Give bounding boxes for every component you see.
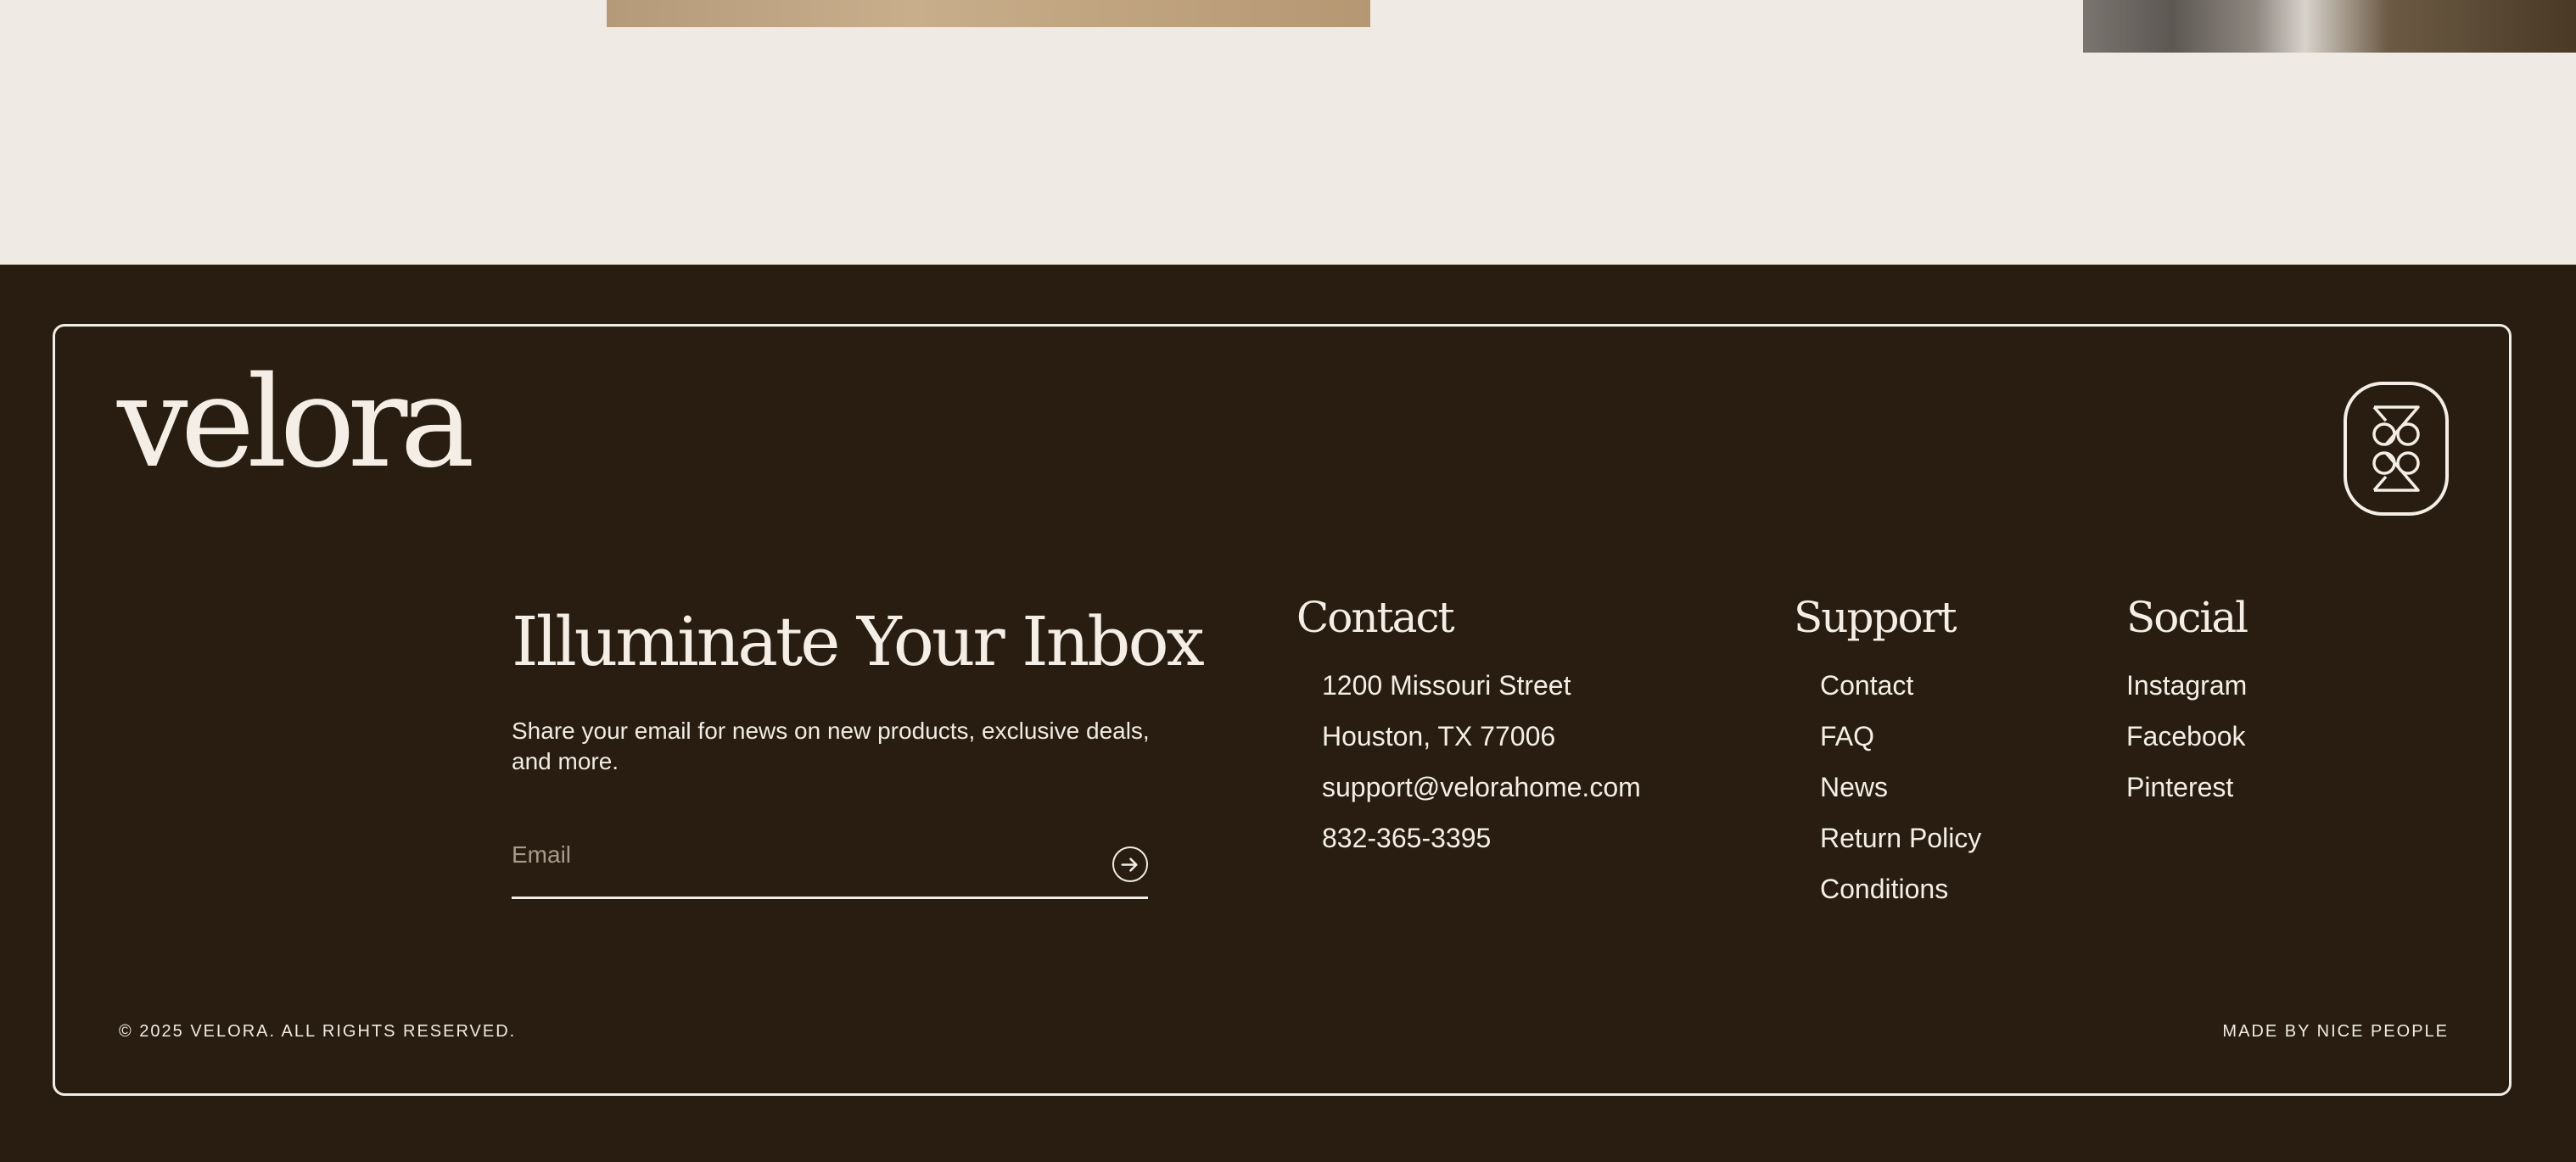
social-link-instagram[interactable]: Instagram	[2126, 672, 2247, 723]
support-link-conditions[interactable]: Conditions	[1820, 875, 1981, 926]
contact-email[interactable]: support@velorahome.com	[1322, 774, 1641, 824]
social-list: Instagram Facebook Pinterest	[2126, 672, 2247, 824]
contact-city: Houston, TX 77006	[1322, 721, 1556, 751]
email-form	[512, 831, 1148, 899]
newsletter-title: Illuminate Your Inbox	[512, 602, 1205, 681]
contact-street: 1200 Missouri Street	[1322, 670, 1571, 701]
newsletter-description: Share your email for news on new product…	[512, 718, 1150, 774]
support-link-return-policy[interactable]: Return Policy	[1820, 824, 1981, 875]
product-image[interactable]	[607, 0, 1370, 27]
content-section	[0, 0, 2576, 265]
arrow-right-circle-icon	[1121, 857, 1138, 872]
support-link-faq[interactable]: FAQ	[1820, 723, 1981, 774]
credit-link[interactable]: MADE BY NICE PEOPLE	[2222, 1022, 2449, 1042]
contact-list: 1200 Missouri Street Houston, TX 77006 s…	[1322, 672, 1641, 875]
support-link-contact[interactable]: Contact	[1820, 672, 1981, 723]
support-link-news[interactable]: News	[1820, 774, 1981, 824]
social-link-pinterest[interactable]: Pinterest	[2126, 774, 2247, 824]
subscribe-button[interactable]	[1112, 846, 1148, 882]
contact-heading: Contact	[1296, 593, 1455, 642]
support-heading: Support	[1794, 593, 1957, 642]
site-footer: velora Illuminate Your Inbox Share your …	[0, 265, 2576, 1162]
support-list: Contact FAQ News Return Policy Condition…	[1820, 672, 1981, 926]
brand-emblem-icon	[2344, 382, 2449, 516]
social-link-facebook[interactable]: Facebook	[2126, 723, 2247, 774]
copyright-text: © 2025 VELORA. ALL RIGHTS RESERVED.	[119, 1022, 517, 1041]
lifestyle-image[interactable]	[2083, 0, 2576, 53]
social-heading: Social	[2126, 593, 2248, 642]
brand-logo[interactable]: velora	[117, 360, 475, 485]
contact-phone[interactable]: 832-365-3395	[1322, 824, 1641, 875]
email-input[interactable]	[512, 831, 1089, 879]
